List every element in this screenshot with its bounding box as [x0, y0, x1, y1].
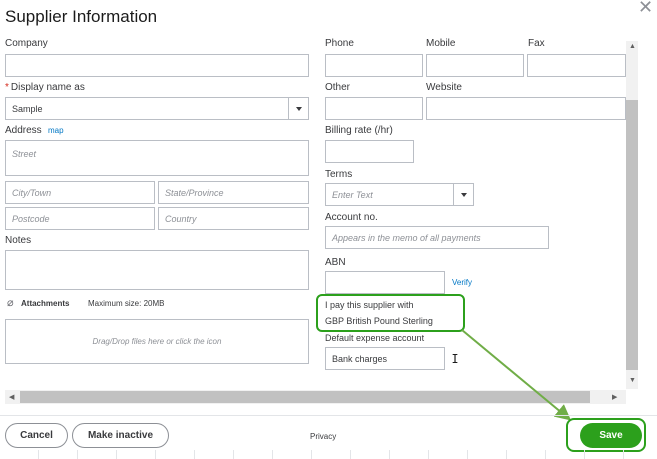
- annotation-arrow: [461, 329, 572, 421]
- privacy-link[interactable]: Privacy: [310, 432, 336, 441]
- bottom-grid: [0, 450, 657, 459]
- cancel-button[interactable]: Cancel: [5, 423, 68, 448]
- save-button[interactable]: Save: [580, 423, 642, 448]
- footer-divider: [0, 415, 657, 416]
- make-inactive-button[interactable]: Make inactive: [72, 423, 169, 448]
